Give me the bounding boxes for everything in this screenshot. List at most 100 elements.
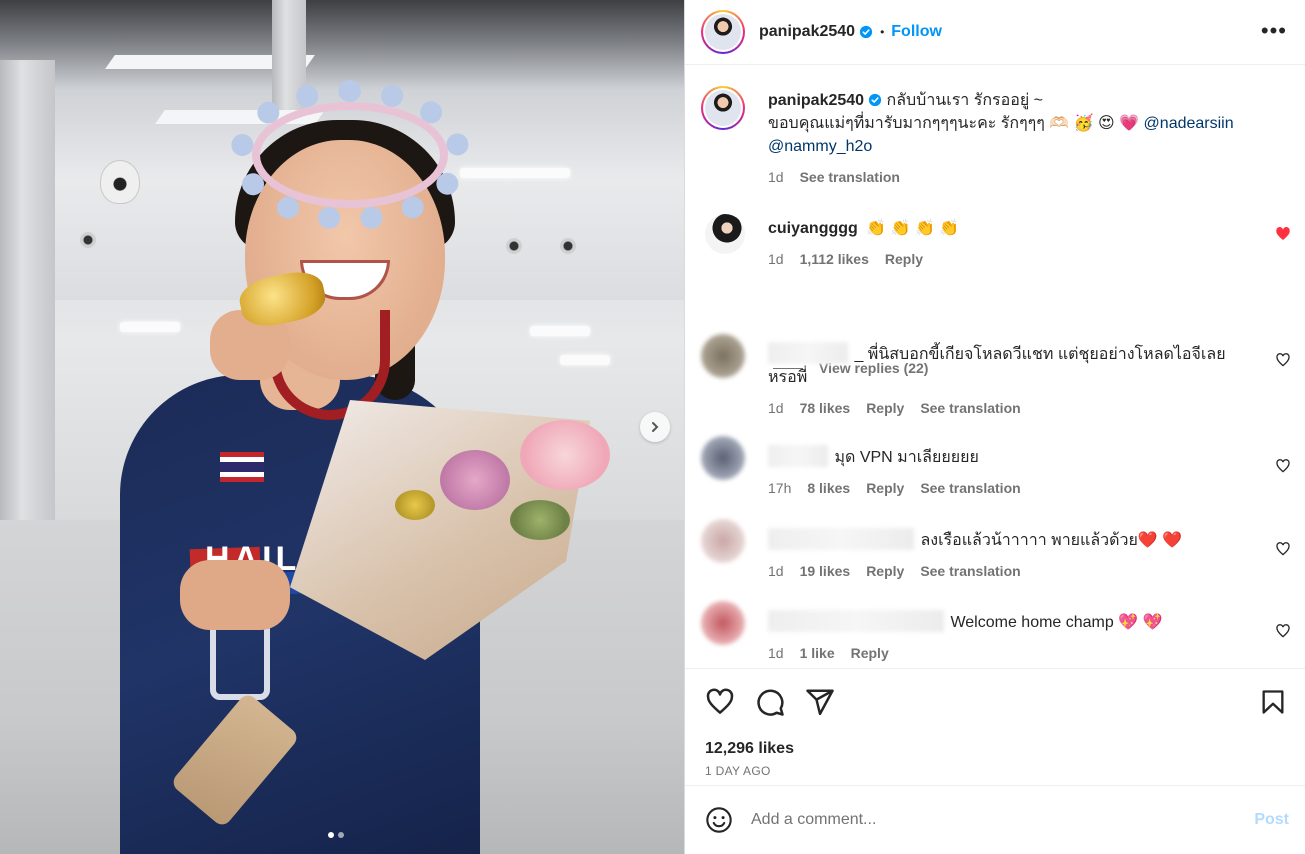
heart-icon[interactable] xyxy=(1275,352,1291,368)
heart-icon[interactable] xyxy=(1275,623,1291,639)
caption-username[interactable]: panipak2540 xyxy=(768,92,864,109)
post-actions: 12,296 likes 1 DAY AGO xyxy=(685,668,1305,778)
bookmark-icon[interactable] xyxy=(1259,687,1287,717)
reply-button[interactable]: Reply xyxy=(866,560,904,583)
chevron-right-icon xyxy=(652,422,659,432)
comment-username[interactable]: cuiyangggg xyxy=(768,220,858,237)
comment-text-line: Welcome home champ 💖 💖 xyxy=(768,610,1248,634)
caption-text: panipak2540 กลับบ้านเรา รักรออยู่ ~ ขอบค… xyxy=(768,89,1248,158)
comment-avatar[interactable] xyxy=(701,601,745,645)
comment-avatar[interactable] xyxy=(701,519,745,563)
comment-text-line: มุด VPN มาเลียยยยย xyxy=(768,445,1248,469)
next-photo-button[interactable] xyxy=(640,412,670,442)
caption-line2: ขอบคุณแม่ๆที่มารับมากๆๆๆนะคะ รักๆๆๆ 🫶🏻 🥳… xyxy=(768,115,1140,132)
comment-meta: 1d 78 likes Reply See translation xyxy=(768,397,1248,420)
post-time: 1 DAY AGO xyxy=(705,764,771,778)
jersey-logo xyxy=(210,620,270,700)
ceiling-speaker xyxy=(80,232,96,248)
carousel-dot-active xyxy=(328,832,334,838)
comment-body: ลงเรือแล้วน้าาาาา พายแล้วด้วย❤️ ❤️ 1d 19… xyxy=(768,528,1248,583)
comment-text-line: ลงเรือแล้วน้าาาาา พายแล้วด้วย❤️ ❤️ xyxy=(768,528,1248,552)
post-header: panipak2540 • Follow ••• xyxy=(685,0,1305,65)
avatar[interactable] xyxy=(701,10,745,54)
avatar-image xyxy=(705,14,741,50)
comment-avatar[interactable] xyxy=(705,214,745,254)
liked-heart-icon[interactable] xyxy=(1275,226,1291,242)
flower-lily xyxy=(520,420,610,490)
add-comment-bar: Post xyxy=(685,785,1305,854)
comment-meta: 1d 1 like Reply xyxy=(768,642,1248,665)
comment-text-line: cuiyangggg 👏 👏 👏 👏 xyxy=(768,217,1248,240)
comment-body: มุด VPN มาเลียยยยย 17h 8 likes Reply See… xyxy=(768,445,1248,500)
avatar-frame xyxy=(703,88,743,128)
flower-leaf xyxy=(510,500,570,540)
comment-text: ลงเรือแล้วน้าาาาา พายแล้วด้วย❤️ ❤️ xyxy=(920,532,1183,549)
comment-username-blurred[interactable] xyxy=(768,528,914,550)
comment-username-blurred[interactable] xyxy=(768,610,944,632)
reply-button[interactable]: Reply xyxy=(851,642,889,665)
reply-button[interactable]: Reply xyxy=(885,248,923,271)
verified-icon xyxy=(859,25,873,39)
flower-yellow xyxy=(395,490,435,520)
comment-text: มุด VPN มาเลียยยยย xyxy=(834,449,979,466)
comment-username-blurred[interactable] xyxy=(768,342,848,364)
see-translation-button[interactable]: See translation xyxy=(920,560,1020,583)
heart-icon[interactable] xyxy=(705,687,735,717)
comment-text: 👏 👏 👏 👏 xyxy=(866,220,960,237)
heart-icon[interactable] xyxy=(1275,458,1291,474)
comment-likes[interactable]: 19 likes xyxy=(800,560,851,583)
verified-icon xyxy=(868,93,882,107)
post-detail-panel: panipak2540 • Follow ••• panipak2540 กลั… xyxy=(684,0,1305,854)
mention-link[interactable]: @nammy_h2o xyxy=(768,138,872,155)
see-translation-button[interactable]: See translation xyxy=(920,397,1020,420)
flower-pink xyxy=(440,450,510,510)
heart-icon[interactable] xyxy=(1275,541,1291,557)
comment-body: _ พี่นิสบอกขี้เกียจโหลดวีแชท แต่ชุยอย่าง… xyxy=(768,342,1248,420)
caption-avatar[interactable] xyxy=(701,86,745,130)
carousel-dot xyxy=(338,832,344,838)
header-separator: • xyxy=(880,25,885,39)
see-translation-button[interactable]: See translation xyxy=(800,166,900,189)
post-comment-button[interactable]: Post xyxy=(1254,811,1289,829)
smiley-icon[interactable] xyxy=(705,806,733,834)
more-options-icon[interactable]: ••• xyxy=(1261,20,1287,42)
follow-button[interactable]: Follow xyxy=(891,23,942,41)
comment-text: Welcome home champ 💖 💖 xyxy=(950,614,1163,631)
comment-avatar[interactable] xyxy=(701,334,745,378)
flower-crown xyxy=(230,80,470,230)
comment-likes[interactable]: 8 likes xyxy=(807,477,850,500)
carousel-dots xyxy=(328,832,344,838)
comment-meta: 1d 19 likes Reply See translation xyxy=(768,560,1248,583)
comment-avatar[interactable] xyxy=(701,436,745,480)
comment-text-line: _ พี่นิสบอกขี้เกียจโหลดวีแชท แต่ชุยอย่าง… xyxy=(768,342,1248,389)
comment-meta: 17h 8 likes Reply See translation xyxy=(768,477,1248,500)
caption-line1: กลับบ้านเรา รักรออยู่ ~ xyxy=(886,92,1043,109)
caption-body: panipak2540 กลับบ้านเรา รักรออยู่ ~ ขอบค… xyxy=(768,89,1248,189)
hand-holding-bouquet xyxy=(180,560,290,630)
comment-time: 17h xyxy=(768,480,792,496)
comment-body: Welcome home champ 💖 💖 1d 1 like Reply xyxy=(768,610,1248,665)
comment-meta: 1d 1,112 likes Reply xyxy=(768,248,1248,271)
comment-body: cuiyangggg 👏 👏 👏 👏 1d 1,112 likes Reply xyxy=(768,217,1248,271)
thai-flag xyxy=(220,452,264,482)
reply-button[interactable]: Reply xyxy=(866,397,904,420)
comment-time: 1d xyxy=(768,563,784,579)
header-username[interactable]: panipak2540 xyxy=(759,23,855,41)
see-translation-button[interactable]: See translation xyxy=(920,477,1020,500)
comment-time: 1d xyxy=(768,251,784,267)
comment-likes[interactable]: 1 like xyxy=(800,642,835,665)
comment-username-blurred[interactable] xyxy=(768,445,828,467)
avatar-frame xyxy=(703,12,743,52)
comment-time: 1d xyxy=(768,645,784,661)
post-photo[interactable]: HAIL xyxy=(0,0,684,854)
mention-link[interactable]: @nadearsiin xyxy=(1144,115,1234,132)
comment-input[interactable] xyxy=(751,811,1231,829)
comment-likes[interactable]: 1,112 likes xyxy=(800,248,869,271)
likes-count[interactable]: 12,296 likes xyxy=(705,740,794,758)
comment-icon[interactable] xyxy=(755,687,785,717)
share-icon[interactable] xyxy=(805,687,835,717)
comment-likes[interactable]: 78 likes xyxy=(800,397,851,420)
reply-button[interactable]: Reply xyxy=(866,477,904,500)
action-icons xyxy=(705,687,835,717)
comments-list[interactable]: panipak2540 กลับบ้านเรา รักรออยู่ ~ ขอบค… xyxy=(685,66,1305,668)
